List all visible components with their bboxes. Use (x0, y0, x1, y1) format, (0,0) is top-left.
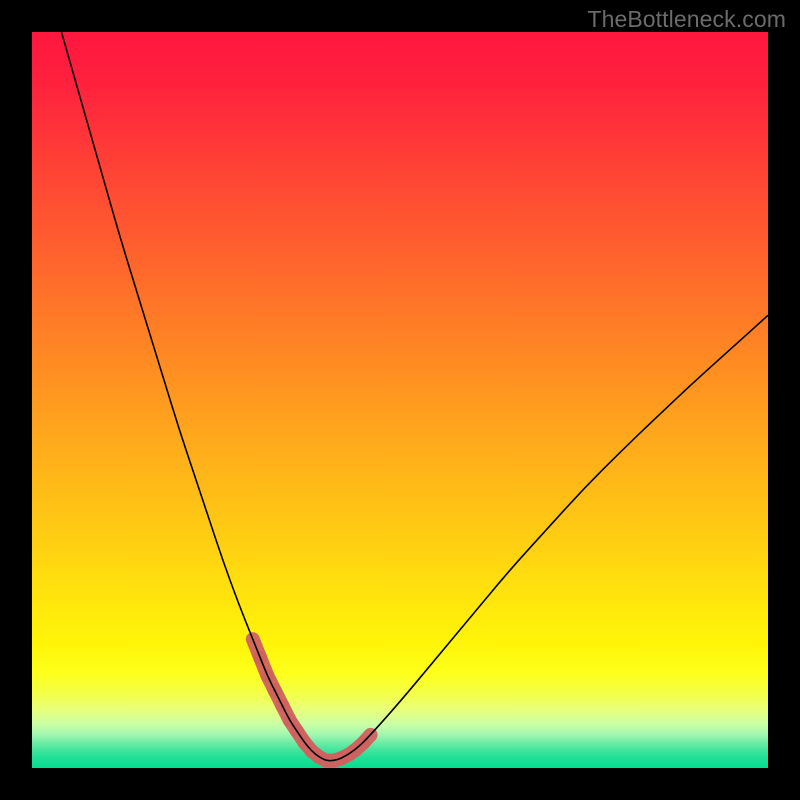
chart-svg (32, 32, 768, 768)
chart-background (32, 32, 768, 768)
watermark-text: TheBottleneck.com (587, 6, 786, 33)
chart-frame: TheBottleneck.com (0, 0, 800, 800)
plot-area (32, 32, 768, 768)
